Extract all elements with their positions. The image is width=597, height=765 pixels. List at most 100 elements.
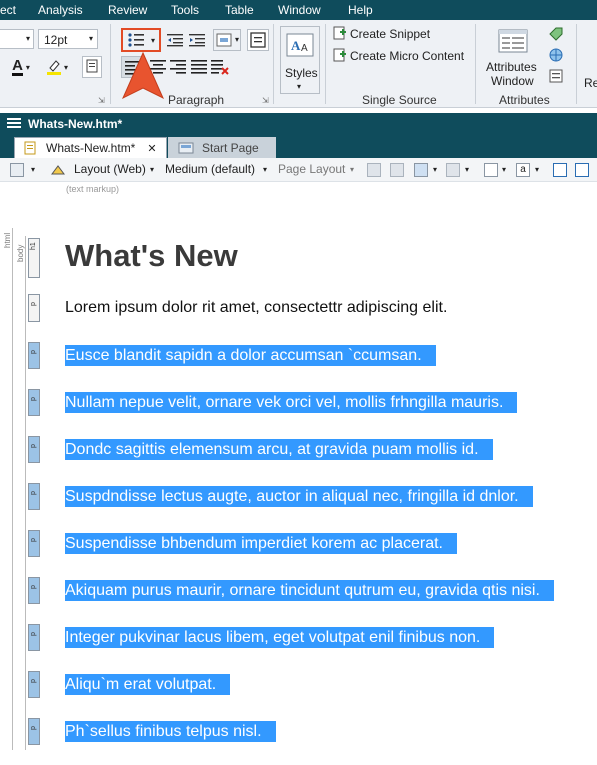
font-sample-icon[interactable]: a xyxy=(516,163,530,177)
page-layout-dropdown[interactable]: Page Layout xyxy=(278,162,345,176)
page-heading[interactable]: What's New xyxy=(65,238,238,274)
menu-item-window[interactable]: Window xyxy=(278,3,321,17)
chevron-down-icon[interactable]: ▾ xyxy=(350,165,354,174)
align-right-icon xyxy=(170,60,186,74)
layout-dropdown[interactable]: Layout (Web) xyxy=(74,162,146,176)
close-icon[interactable]: ✕ xyxy=(147,142,156,155)
tab-start-page[interactable]: Start Page xyxy=(168,137,276,158)
chevron-down-icon[interactable]: ▾ xyxy=(150,165,154,174)
paragraph-selected[interactable]: Suspendisse bhbendum imperdiet korem ac … xyxy=(65,533,457,554)
paragraph-selected[interactable]: Akiquam purus maurir, ornare tincidunt q… xyxy=(65,580,554,601)
indent-button[interactable] xyxy=(187,30,207,50)
borders-button[interactable] xyxy=(247,29,269,51)
menu-item-table[interactable]: Table xyxy=(225,3,254,17)
p-tag-marker[interactable]: p xyxy=(28,483,40,510)
attributes-window-label-line2[interactable]: Window xyxy=(491,74,534,88)
menu-item-analysis[interactable]: Analysis xyxy=(38,3,83,17)
menu-item-help[interactable]: Help xyxy=(348,3,373,17)
font-group-launcher-icon[interactable]: ⇲ xyxy=(98,96,105,105)
font-name-dropdown[interactable]: ▾ xyxy=(0,29,34,49)
body-structure-bar[interactable]: body xyxy=(14,236,26,750)
conditions-icon[interactable] xyxy=(446,163,460,177)
chevron-down-icon: ▾ xyxy=(25,62,30,72)
p-tag-marker[interactable]: p xyxy=(28,436,40,463)
show-conditions-icon[interactable] xyxy=(575,163,589,177)
tag-icon[interactable] xyxy=(548,26,564,42)
p-tag-label: p xyxy=(30,444,37,448)
outdent-button[interactable] xyxy=(165,30,185,50)
p-tag-marker[interactable]: p xyxy=(28,389,40,416)
paragraph-selected[interactable]: Dondc sagittis elemensum arcu, at gravid… xyxy=(65,439,493,460)
remove-alignment-button[interactable] xyxy=(209,56,231,78)
chevron-down-icon[interactable]: ▾ xyxy=(465,165,469,174)
menu-item-tools[interactable]: Tools xyxy=(171,3,199,17)
compare-icon[interactable] xyxy=(390,163,404,177)
chevron-down-icon[interactable]: ▾ xyxy=(502,165,506,174)
chevron-down-icon: ▾ xyxy=(63,62,68,72)
paragraph[interactable]: Lorem ipsum dolor rit amet, consectettr … xyxy=(65,297,447,318)
show-tags-icon[interactable] xyxy=(553,163,567,177)
ribbon-separator xyxy=(325,24,326,104)
attribute-list-icon[interactable] xyxy=(548,68,564,84)
medium-dropdown[interactable]: Medium (default) xyxy=(165,162,255,176)
chevron-down-icon: ▾ xyxy=(234,35,239,44)
create-micro-content-button[interactable]: Create Micro Content xyxy=(350,49,464,63)
cut-off-label: Re xyxy=(584,76,597,90)
font-color-icon: A xyxy=(12,57,23,76)
svg-text:A: A xyxy=(301,43,308,54)
chevron-down-icon[interactable]: ▾ xyxy=(433,165,437,174)
p-tag-label: p xyxy=(30,397,37,401)
indent-icon xyxy=(189,34,205,47)
ribbon-separator xyxy=(576,24,577,104)
p-tag-marker[interactable]: p xyxy=(28,577,40,604)
tab-whats-new[interactable]: Whats-New.htm* ✕ xyxy=(14,137,167,158)
paragraph-selected[interactable]: Eusce blandit sapidn a dolor accumsan `c… xyxy=(65,345,436,366)
p-tag-marker[interactable]: p xyxy=(28,342,40,369)
highlight-button[interactable]: ▾ xyxy=(40,56,74,78)
h1-tag-label: h1 xyxy=(30,242,37,250)
hamburger-menu-icon[interactable] xyxy=(7,117,21,132)
paragraph-group-label: Paragraph xyxy=(168,93,225,107)
p-tag-marker[interactable]: p xyxy=(28,671,40,698)
html-structure-bar[interactable]: html xyxy=(1,228,13,750)
zoom-icon[interactable] xyxy=(10,163,24,177)
ribbon-separator xyxy=(273,24,274,104)
menu-item-project[interactable]: ect xyxy=(0,3,16,17)
chevron-down-icon[interactable]: ▾ xyxy=(535,165,539,174)
html-file-icon xyxy=(24,141,36,155)
align-justify-button[interactable] xyxy=(188,56,210,78)
h1-tag-marker[interactable]: h1 xyxy=(28,238,40,278)
p-tag-marker[interactable]: p xyxy=(28,294,40,322)
align-right-button[interactable] xyxy=(167,56,189,78)
create-snippet-icon xyxy=(333,26,347,40)
image-icon[interactable] xyxy=(414,163,428,177)
paragraph-selected[interactable]: Nullam nepue velit, ornare vek orci vel,… xyxy=(65,392,518,413)
font-color-button[interactable]: A ▾ xyxy=(6,56,36,78)
styles-button[interactable]: A A Styles ▾ xyxy=(280,26,320,94)
paragraph-selected[interactable]: Aliqu`m erat volutpat. xyxy=(65,674,231,695)
start-page-icon xyxy=(178,142,194,153)
text-markup-icon[interactable] xyxy=(49,162,67,178)
clear-format-button[interactable] xyxy=(82,56,102,78)
document-icon[interactable] xyxy=(484,163,498,177)
p-tag-marker[interactable]: p xyxy=(28,624,40,651)
chevron-down-icon: ▾ xyxy=(25,34,30,43)
create-snippet-button[interactable]: Create Snippet xyxy=(350,27,430,41)
globe-icon[interactable] xyxy=(548,47,564,63)
chevron-down-icon[interactable]: ▾ xyxy=(31,165,35,174)
attributes-window-label-line1[interactable]: Attributes xyxy=(486,60,537,74)
p-tag-marker[interactable]: p xyxy=(28,530,40,557)
paragraph-selected[interactable]: Suspdndisse lectus augte, auctor in aliq… xyxy=(65,486,533,507)
paragraph-group-launcher-icon[interactable]: ⇲ xyxy=(262,96,269,105)
p-tag-marker[interactable]: p xyxy=(28,718,40,745)
paragraph-selected[interactable]: Ph`sellus finibus telpus nisl. xyxy=(65,721,276,742)
attributes-group-label: Attributes xyxy=(499,93,550,107)
chevron-down-icon[interactable]: ▾ xyxy=(263,165,267,174)
paragraph-selected[interactable]: Integer pukvinar lacus libem, eget volut… xyxy=(65,627,495,648)
menu-item-review[interactable]: Review xyxy=(108,3,147,17)
ribbon-separator xyxy=(475,24,476,104)
font-size-dropdown[interactable]: 12pt ▾ xyxy=(38,29,98,49)
print-preview-icon[interactable] xyxy=(367,163,381,177)
paragraph-options-button[interactable]: ▾ xyxy=(213,29,241,51)
outdent-icon xyxy=(167,34,183,47)
